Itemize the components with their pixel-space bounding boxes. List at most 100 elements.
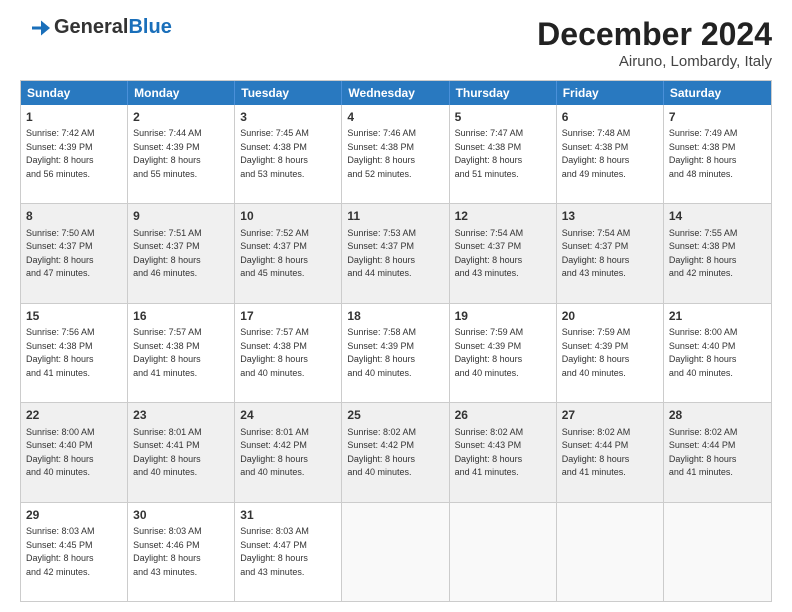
logo-text: GeneralBlue [54,16,172,39]
page: GeneralBlue December 2024 Airuno, Lombar… [0,0,792,612]
day-number: 9 [133,208,229,225]
cell-info-line: Sunrise: 8:03 AM [26,525,122,539]
cell-info-line: Sunset: 4:38 PM [26,340,122,354]
cell-info-line: Sunrise: 7:59 AM [562,326,658,340]
day-number: 7 [669,109,766,126]
cell-info-line: and 41 minutes. [669,466,766,480]
day-number: 16 [133,308,229,325]
cell-info-line: and 44 minutes. [347,267,443,281]
cell-info-line: Sunrise: 7:48 AM [562,127,658,141]
day-number: 21 [669,308,766,325]
day-cell-15: 15Sunrise: 7:56 AMSunset: 4:38 PMDayligh… [21,304,128,402]
day-cell-18: 18Sunrise: 7:58 AMSunset: 4:39 PMDayligh… [342,304,449,402]
day-cell-13: 13Sunrise: 7:54 AMSunset: 4:37 PMDayligh… [557,204,664,302]
logo: GeneralBlue [20,16,172,39]
cell-info-line: Sunrise: 7:54 AM [455,227,551,241]
cell-info-line: Sunrise: 8:01 AM [240,426,336,440]
header-cell-saturday: Saturday [664,81,771,105]
cell-info-line: Sunrise: 7:54 AM [562,227,658,241]
cell-info-line: Daylight: 8 hours [240,453,336,467]
cell-info-line: Daylight: 8 hours [26,453,122,467]
day-number: 5 [455,109,551,126]
day-cell-30: 30Sunrise: 8:03 AMSunset: 4:46 PMDayligh… [128,503,235,601]
cell-info-line: Daylight: 8 hours [669,154,766,168]
day-cell-5: 5Sunrise: 7:47 AMSunset: 4:38 PMDaylight… [450,105,557,203]
cell-info-line: Sunrise: 7:42 AM [26,127,122,141]
header-cell-monday: Monday [128,81,235,105]
cell-info-line: and 43 minutes. [133,566,229,580]
cell-info-line: Daylight: 8 hours [133,353,229,367]
header-cell-thursday: Thursday [450,81,557,105]
day-number: 6 [562,109,658,126]
cell-info-line: Sunrise: 7:57 AM [240,326,336,340]
cell-info-line: Daylight: 8 hours [133,453,229,467]
cell-info-line: and 55 minutes. [133,168,229,182]
day-number: 25 [347,407,443,424]
day-number: 3 [240,109,336,126]
cell-info-line: and 40 minutes. [669,367,766,381]
empty-cell [557,503,664,601]
cell-info-line: Sunset: 4:45 PM [26,539,122,553]
cell-info-line: Daylight: 8 hours [26,353,122,367]
cell-info-line: Sunset: 4:38 PM [562,141,658,155]
cell-info-line: Daylight: 8 hours [562,254,658,268]
day-number: 17 [240,308,336,325]
day-cell-25: 25Sunrise: 8:02 AMSunset: 4:42 PMDayligh… [342,403,449,501]
day-cell-27: 27Sunrise: 8:02 AMSunset: 4:44 PMDayligh… [557,403,664,501]
cell-info-line: Sunrise: 7:56 AM [26,326,122,340]
day-cell-4: 4Sunrise: 7:46 AMSunset: 4:38 PMDaylight… [342,105,449,203]
cell-info-line: Daylight: 8 hours [133,254,229,268]
cell-info-line: Sunset: 4:39 PM [26,141,122,155]
day-number: 1 [26,109,122,126]
cell-info-line: and 43 minutes. [562,267,658,281]
cell-info-line: Daylight: 8 hours [240,552,336,566]
cell-info-line: Sunset: 4:37 PM [455,240,551,254]
calendar-row-3: 22Sunrise: 8:00 AMSunset: 4:40 PMDayligh… [21,402,771,501]
cell-info-line: Sunset: 4:46 PM [133,539,229,553]
day-number: 27 [562,407,658,424]
cell-info-line: Sunrise: 8:02 AM [669,426,766,440]
day-cell-10: 10Sunrise: 7:52 AMSunset: 4:37 PMDayligh… [235,204,342,302]
cell-info-line: Sunset: 4:39 PM [455,340,551,354]
cell-info-line: Sunset: 4:39 PM [133,141,229,155]
cell-info-line: Sunset: 4:37 PM [347,240,443,254]
cell-info-line: Sunset: 4:38 PM [669,240,766,254]
cell-info-line: and 42 minutes. [669,267,766,281]
cell-info-line: Sunset: 4:37 PM [240,240,336,254]
cell-info-line: Sunset: 4:39 PM [347,340,443,354]
cell-info-line: and 40 minutes. [347,367,443,381]
header-cell-sunday: Sunday [21,81,128,105]
cell-info-line: Sunrise: 7:46 AM [347,127,443,141]
empty-cell [342,503,449,601]
cell-info-line: Daylight: 8 hours [26,552,122,566]
cell-info-line: and 41 minutes. [133,367,229,381]
cell-info-line: and 40 minutes. [240,466,336,480]
cell-info-line: Daylight: 8 hours [240,254,336,268]
day-number: 2 [133,109,229,126]
cell-info-line: and 46 minutes. [133,267,229,281]
cell-info-line: Sunrise: 8:03 AM [133,525,229,539]
location-title: Airuno, Lombardy, Italy [537,53,772,70]
cell-info-line: and 52 minutes. [347,168,443,182]
cell-info-line: and 43 minutes. [240,566,336,580]
cell-info-line: and 56 minutes. [26,168,122,182]
cell-info-line: Sunset: 4:37 PM [26,240,122,254]
cell-info-line: and 41 minutes. [26,367,122,381]
day-cell-19: 19Sunrise: 7:59 AMSunset: 4:39 PMDayligh… [450,304,557,402]
day-cell-11: 11Sunrise: 7:53 AMSunset: 4:37 PMDayligh… [342,204,449,302]
day-cell-17: 17Sunrise: 7:57 AMSunset: 4:38 PMDayligh… [235,304,342,402]
day-number: 8 [26,208,122,225]
day-number: 14 [669,208,766,225]
day-number: 29 [26,507,122,524]
cell-info-line: Daylight: 8 hours [669,453,766,467]
cell-info-line: Sunset: 4:38 PM [240,340,336,354]
cell-info-line: Daylight: 8 hours [455,154,551,168]
day-cell-6: 6Sunrise: 7:48 AMSunset: 4:38 PMDaylight… [557,105,664,203]
day-number: 23 [133,407,229,424]
cell-info-line: and 41 minutes. [562,466,658,480]
cell-info-line: Daylight: 8 hours [669,254,766,268]
calendar-header: SundayMondayTuesdayWednesdayThursdayFrid… [21,81,771,105]
cell-info-line: Sunset: 4:38 PM [455,141,551,155]
cell-info-line: and 40 minutes. [562,367,658,381]
empty-cell [664,503,771,601]
